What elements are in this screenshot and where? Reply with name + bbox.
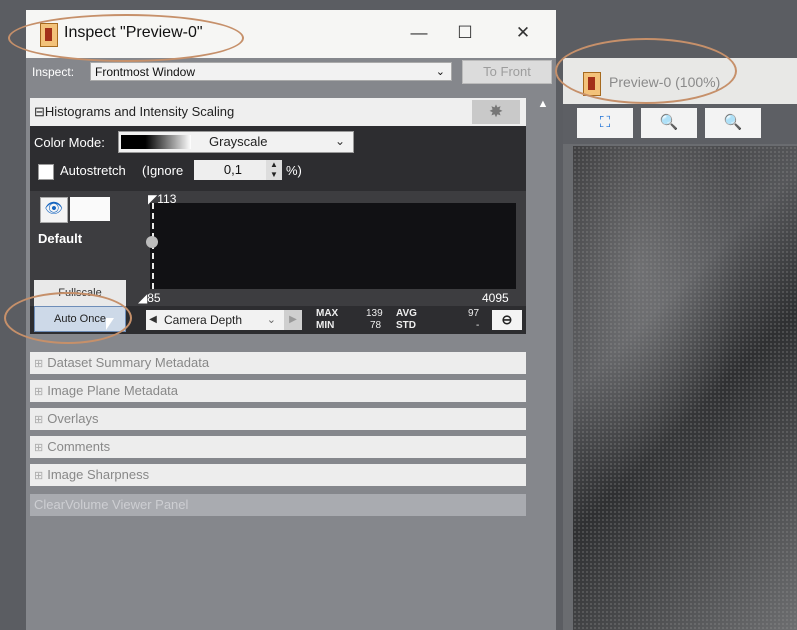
channel-name: Default (38, 231, 83, 246)
section-label: Overlays (47, 411, 99, 426)
link-icon[interactable]: ⊖ (492, 310, 522, 330)
inspect-target-row: Inspect: Frontmost Window ⌄ To Front (26, 60, 556, 84)
channel-color-swatch[interactable] (70, 197, 110, 221)
camera-depth-value: Camera Depth (164, 313, 243, 327)
app-icon (583, 72, 601, 96)
stat-max-label: MAX (316, 308, 339, 319)
section-label: Image Plane Metadata (47, 383, 179, 398)
expand-icon: ⊞ (34, 386, 44, 398)
min-marker-value: 85 (147, 291, 161, 305)
histogram-panel: Color Mode: Grayscale ⌄ Autostretch (Ign… (30, 126, 526, 306)
section-overlays[interactable]: ⊞ Overlays (30, 408, 526, 430)
expand-icon: ⊞ (34, 358, 44, 370)
camera-depth-select[interactable]: Camera Depth ⌄ (160, 310, 284, 330)
expand-icon: ⊞ (34, 414, 44, 426)
collapse-icon: ⊟ (34, 104, 45, 119)
range-max-label: 4095 (482, 291, 509, 305)
chevron-down-icon: ⌄ (334, 134, 345, 148)
color-mode-select[interactable]: Grayscale ⌄ (118, 131, 354, 153)
section-dataset-summary[interactable]: ⊞ Dataset Summary Metadata (30, 352, 526, 374)
gear-icon[interactable]: ✸ (472, 100, 520, 124)
zoom-out-icon[interactable]: 🔍 (705, 108, 761, 138)
scaling-controls-row: Auto Once ◀ Camera Depth ⌄ ▶ MAX 139 MIN… (30, 306, 526, 334)
histogram-section-label: Histograms and Intensity Scaling (44, 104, 235, 119)
stat-avg-value: 97 (468, 308, 480, 319)
histogram-body: 👁 Default Fullscale ◤113 ◢85 4095 (30, 191, 526, 306)
gamma-handle[interactable] (146, 236, 158, 248)
prev-depth-button[interactable]: ◀ (146, 310, 160, 330)
close-button[interactable]: ✕ (506, 20, 540, 46)
inspect-target-select[interactable]: Frontmost Window ⌄ (90, 62, 452, 81)
percent-label: %) (286, 163, 302, 178)
expand-icon: ⊞ (34, 442, 44, 454)
ignore-spinner[interactable]: ▲ ▼ (266, 160, 282, 180)
histogram-section-title: ⊟Histograms and Intensity Scaling (34, 104, 234, 120)
ignore-percent-input[interactable]: 0,1 (194, 160, 266, 180)
section-label: Image Sharpness (47, 467, 150, 482)
preview-toolbar: ⛶ 🔍 🔍 (563, 104, 797, 144)
section-comments[interactable]: ⊞ Comments (30, 436, 526, 458)
preview-image[interactable] (573, 146, 797, 630)
expand-icon: ⊞ (34, 470, 44, 482)
zoom-in-icon[interactable]: 🔍 (641, 108, 697, 138)
stat-avg-label: AVG (396, 308, 417, 319)
section-label: Dataset Summary Metadata (47, 355, 210, 370)
histogram-canvas[interactable] (150, 203, 516, 289)
preview-title: Preview-0 (100%) (609, 74, 721, 90)
window-title: Inspect "Preview-0" (64, 24, 203, 41)
color-mode-gradient (121, 135, 191, 149)
stat-min-value: 78 (370, 320, 382, 331)
fullscreen-icon[interactable]: ⛶ (577, 108, 633, 138)
inspect-label: Inspect: (32, 65, 75, 79)
mouse-cursor-icon (106, 318, 114, 330)
max-marker: ◤113 (148, 192, 177, 206)
max-marker-value: 113 (157, 192, 177, 206)
autostretch-checkbox[interactable] (38, 164, 54, 180)
section-image-plane[interactable]: ⊞ Image Plane Metadata (30, 380, 526, 402)
min-marker: ◢85 (138, 291, 161, 305)
color-mode-label: Color Mode: (34, 135, 105, 150)
chevron-down-icon: ⌄ (266, 314, 276, 326)
to-front-button[interactable]: To Front (462, 60, 552, 84)
preview-titlebar: Preview-0 (100%) (563, 58, 797, 104)
stat-std-value: - (476, 320, 480, 331)
stat-std-label: STD (396, 320, 416, 331)
stat-max-value: 139 (366, 308, 383, 319)
minimize-button[interactable]: — (402, 20, 436, 46)
section-label: Comments (47, 439, 111, 454)
ignore-label: (Ignore (142, 163, 184, 178)
preview-window: Preview-0 (100%) ⛶ 🔍 🔍 (555, 38, 797, 630)
maximize-button[interactable]: ☐ (448, 20, 482, 46)
histogram-section-header[interactable]: ⊟Histograms and Intensity Scaling ✸ (30, 98, 526, 126)
app-icon (40, 23, 58, 47)
color-mode-value: Grayscale (209, 134, 268, 149)
clearvolume-panel[interactable]: ClearVolume Viewer Panel (30, 494, 526, 516)
section-image-sharpness[interactable]: ⊞ Image Sharpness (30, 464, 526, 486)
chevron-down-icon: ⌄ (435, 66, 445, 78)
stat-min-label: MIN (316, 320, 335, 331)
eye-icon[interactable]: 👁 (40, 197, 68, 223)
autostretch-label: Autostretch (60, 163, 126, 178)
inspect-titlebar: Inspect "Preview-0" — ☐ ✕ (26, 10, 556, 58)
fullscale-button[interactable]: Fullscale (34, 280, 126, 306)
next-depth-button[interactable]: ▶ (284, 310, 302, 330)
scroll-up-arrow[interactable]: ▲ (534, 98, 552, 112)
inspect-target-value: Frontmost Window (95, 65, 196, 79)
